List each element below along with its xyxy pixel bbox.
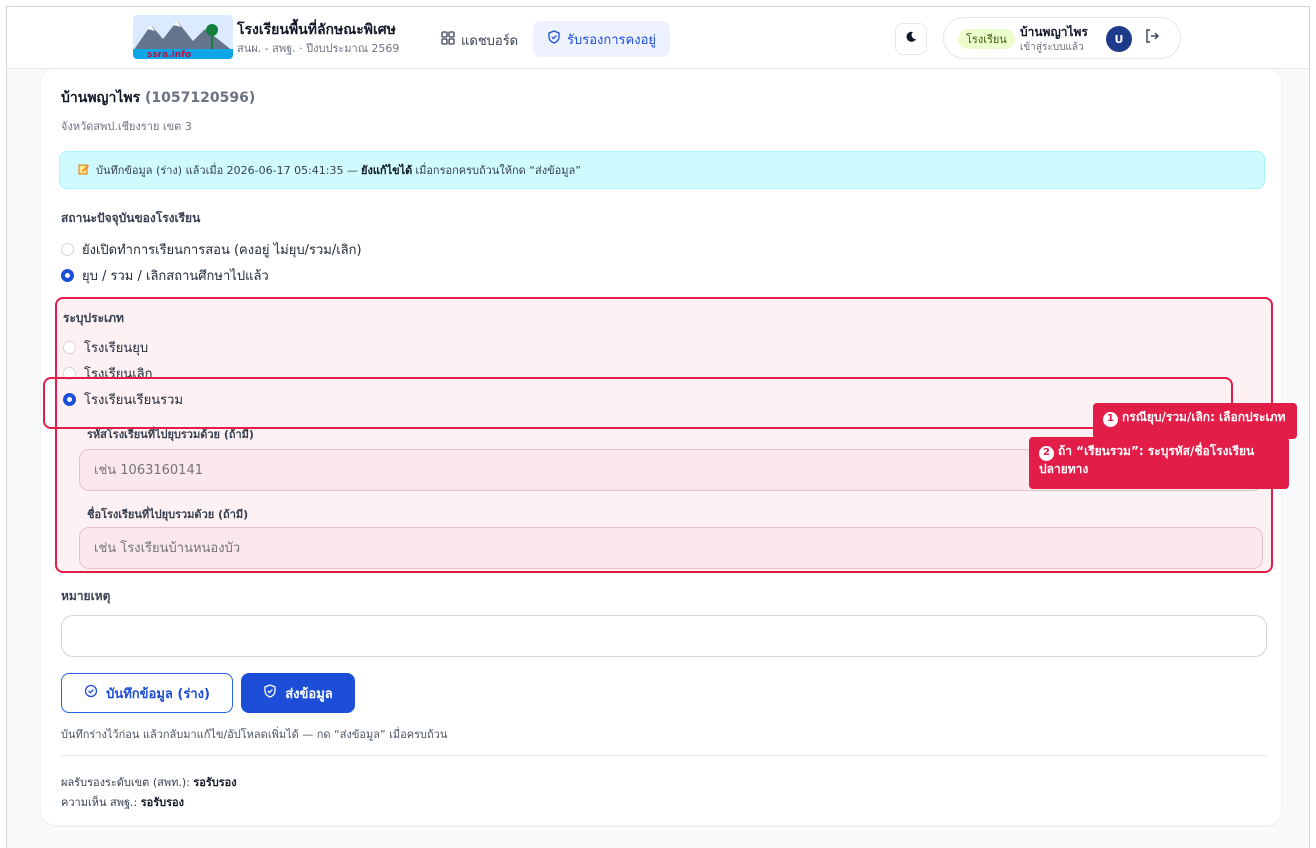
nav-dashboard-label: แดชบอร์ด [461,33,519,49]
radio-status-open-label: ยังเปิดทำการเรียนการสอน (คงอยู่ ไม่ยุบ/ร… [82,243,362,258]
type-section: ระบุประเภท โรงเรียนยุบ โรงเรียนเลิก โรงเ… [55,297,1273,573]
radio-circle[interactable] [63,341,76,354]
user-menu[interactable]: โรงเรียน บ้านพญาไพร เข้าสู่ระบบแล้ว U [943,17,1181,59]
moon-icon [905,31,917,47]
obec-result: ความเห็น สพฐ.: รอรับรอง [61,793,184,811]
district-result: ผลรับรองระดับเขต (สพท.): รอรับรอง [61,773,237,791]
draft-status-banner: บันทึกข้อมูล (ร่าง) แล้วเมื่อ 2026-06-17… [59,151,1265,189]
notes-input[interactable] [61,615,1267,657]
merge-name-input[interactable] [79,527,1263,569]
avatar[interactable]: U [1106,26,1132,52]
banner-prefix: บันทึกข้อมูล (ร่าง) แล้วเมื่อ 2026-06-17… [96,164,359,177]
obec-result-label: ความเห็น สพฐ.: [61,796,138,809]
logout-icon[interactable] [1144,28,1160,48]
user-status: เข้าสู่ระบบแล้ว [1020,42,1084,53]
app-title: โรงเรียนพื้นที่ลักษณะพิเศษ [237,22,396,38]
radio-circle-selected[interactable] [61,269,74,282]
merge-code-highlight [43,377,1233,429]
theme-toggle-button[interactable] [895,23,927,55]
check-circle-icon [84,684,98,702]
school-logo[interactable]: ssra.info [133,15,233,59]
svg-text:ssra.info: ssra.info [147,50,191,59]
radio-status-open[interactable]: ยังเปิดทำการเรียนการสอน (คงอยู่ ไม่ยุบ/ร… [61,239,362,260]
school-region: จังหวัดสพป.เชียงราย เขต 3 [61,120,192,133]
submit-button[interactable]: ส่งข้อมูล [241,673,355,713]
school-title: บ้านพญาไพร (1057120596) [61,87,255,109]
school-name: บ้านพญาไพร [61,90,141,106]
nav-dashboard[interactable]: แดชบอร์ด [433,25,526,55]
radio-circle[interactable] [61,243,74,256]
notes-label: หมายเหตุ [61,589,111,603]
help-text: บันทึกร่างไว้ก่อน แล้วกลับมาแก้ไข/อัปโหล… [61,728,448,741]
school-code: (1057120596) [145,90,256,106]
shield-check-icon [263,684,277,702]
radio-status-closed-label: ยุบ / รวม / เลิกสถานศึกษาไปแล้ว [82,269,269,284]
status-label: สถานะปัจจุบันของโรงเรียน [61,211,201,225]
merge-name-label: ชื่อโรงเรียนที่ไปยุบรวมด้วย (ถ้ามี) [87,508,249,521]
banner-bold: ยังแก้ไขได้ [361,164,413,177]
save-draft-button[interactable]: บันทึกข้อมูล (ร่าง) [61,673,233,713]
submit-label: ส่งข้อมูล [285,686,333,702]
callout-step-2-text: ถ้า “เรียนรวม”: ระบุรหัส/ชื่อโรงเรียนปลา… [1039,444,1255,476]
callout-step-2: 2 ถ้า “เรียนรวม”: ระบุรหัส/ชื่อโรงเรียนปล… [1029,437,1289,489]
radio-type-dissolved-label: โรงเรียนยุบ [84,341,149,356]
nav-confirm-existence[interactable]: รับรองการคงอยู่ [533,21,670,57]
top-navbar: ssra.info โรงเรียนพื้นที่ลักษณะพิเศษ สนผ… [7,7,1309,69]
obec-result-value: รอรับรอง [140,796,185,809]
app-subtitle: สนผ. - สพฐ. · ปีงบประมาณ 2569 [237,42,400,55]
banner-suffix: เมื่อกรอกครบถ้วนให้กด “ส่งข้อมูล” [415,164,581,177]
district-result-label: ผลรับรองระดับเขต (สพท.): [61,776,190,789]
app-frame: ssra.info โรงเรียนพื้นที่ลักษณะพิเศษ สนผ… [6,6,1310,848]
shield-check-icon [547,30,561,48]
memo-icon [78,163,90,178]
callout-step-1: 1 กรณียุบ/รวม/เลิก: เลือกประเภท [1093,403,1297,439]
nav-confirm-label: รับรองการคงอยู่ [567,32,656,48]
callout-step-1-text: กรณียุบ/รวม/เลิก: เลือกประเภท [1122,410,1286,424]
radio-type-dissolved[interactable]: โรงเรียนยุบ [63,337,148,358]
district-result-value: รอรับรอง [193,776,237,789]
step-number: 1 [1103,411,1118,427]
type-label: ระบุประเภท [63,311,124,325]
divider [61,755,1267,756]
save-draft-label: บันทึกข้อมูล (ร่าง) [106,686,210,702]
radio-status-closed[interactable]: ยุบ / รวม / เลิกสถานศึกษาไปแล้ว [61,265,269,286]
role-badge: โรงเรียน [958,29,1015,49]
grid-icon [441,31,455,49]
step-number: 2 [1039,445,1054,461]
